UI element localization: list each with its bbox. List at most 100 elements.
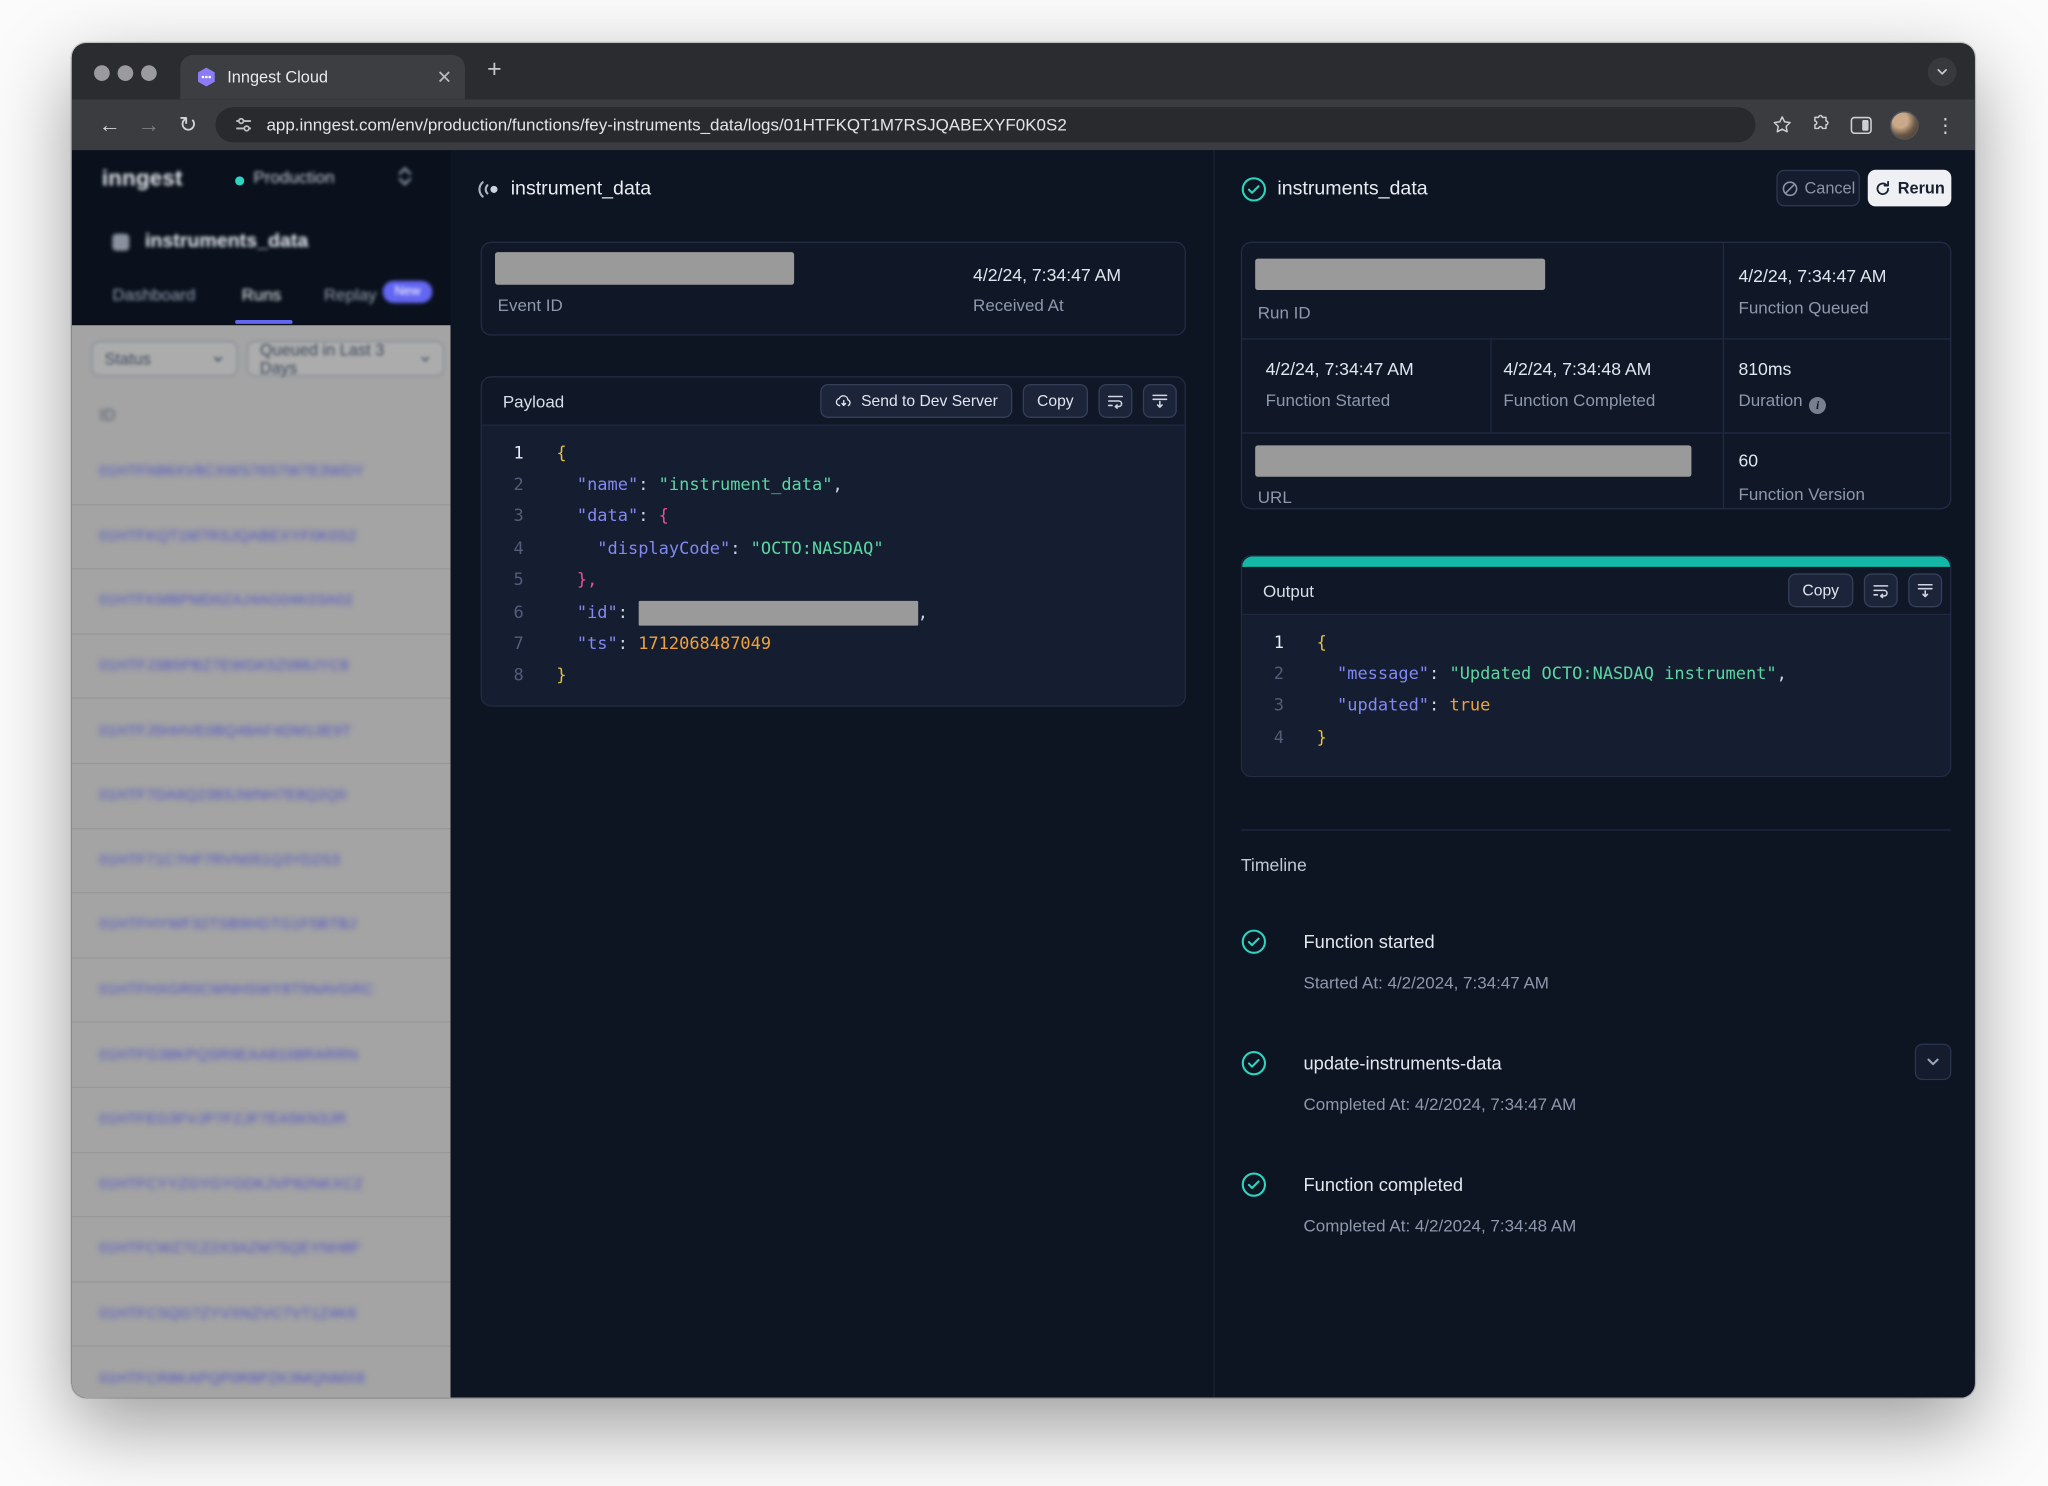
run-id-text: 01HTFEG3FVJP7FZJF7EA5KN3JR xyxy=(99,1112,346,1128)
profile-avatar[interactable] xyxy=(1890,110,1919,139)
scroll-to-bottom-button[interactable] xyxy=(1143,384,1177,418)
run-id-text: 01HTFN86XV8CXWS76S7W7E3WDY xyxy=(99,464,364,480)
app-content: inngest Production instruments_data Dash… xyxy=(72,150,1975,1397)
code-line: 2 "message": "Updated OCTO:NASDAQ instru… xyxy=(1242,659,1950,691)
duration-value: 810ms xyxy=(1738,359,1791,379)
code-line: 4 "displayCode": "OCTO:NASDAQ" xyxy=(482,533,1185,565)
details-row-queued: Run ID 4/2/24, 7:34:47 AM Function Queue… xyxy=(1242,243,1950,338)
run-id-row[interactable]: 01HTFKQT1M7RSJQABEXYF0K0S2 xyxy=(72,505,451,570)
run-id-row[interactable]: 01HTFHYWF32TSB9HGTG1F5BTBJ xyxy=(72,894,451,959)
started-value: 4/2/24, 7:34:47 AM xyxy=(1266,359,1414,379)
payload-copy-button[interactable]: Copy xyxy=(1023,384,1088,418)
close-window-button[interactable] xyxy=(94,65,110,81)
queued-label: Function Queued xyxy=(1738,298,1868,318)
line-number: 1 xyxy=(482,444,524,464)
run-id-row[interactable]: 01HTFCR8KAPQP0R8PZK3MQNMX8 xyxy=(72,1347,451,1398)
info-icon[interactable]: i xyxy=(1809,396,1826,413)
sidebar: inngest Production instruments_data Dash… xyxy=(72,150,451,1397)
line-number: 3 xyxy=(1242,697,1284,717)
wrap-text-button[interactable] xyxy=(1864,573,1898,607)
send-to-dev-server-button[interactable]: Send to Dev Server xyxy=(821,384,1013,418)
line-number: 4 xyxy=(1242,729,1284,749)
line-number: 5 xyxy=(482,571,524,591)
run-id-row[interactable]: 01HTFHXGR0CWNHSWY8T5NAVGRC xyxy=(72,958,451,1023)
scroll-to-bottom-button[interactable] xyxy=(1908,573,1942,607)
screenshot-stage: Inngest Cloud ✕ + ← → ↻ app.inngest.com/… xyxy=(0,0,2048,1486)
address-bar[interactable]: app.inngest.com/env/production/functions… xyxy=(216,107,1756,142)
run-id-row[interactable]: 01HTFCYYZGYGYGDKJVP82NKXCZ xyxy=(72,1153,451,1218)
url-label: URL xyxy=(1258,487,1292,507)
run-id-row[interactable]: 01HTFG38KPQSR9EAA8108RARRN xyxy=(72,1023,451,1088)
tab-runs[interactable]: Runs xyxy=(242,285,282,305)
timeline-item: update-instruments-dataCompleted At: 4/2… xyxy=(1241,1053,1952,1114)
run-id-text: 01HTFCWZ7CZ2X3AZM75QEYNH8F xyxy=(99,1241,360,1257)
timeline-item-title: Function started xyxy=(1304,931,1952,952)
browser-tab[interactable]: Inngest Cloud ✕ xyxy=(180,55,465,99)
run-id-row[interactable]: 01HTFN86XV8CXWS76S7W7E3WDY xyxy=(72,440,451,505)
split-view-icon[interactable] xyxy=(1849,114,1873,135)
tab-replay[interactable]: Replay xyxy=(324,285,377,305)
code-line: 4} xyxy=(1242,723,1950,755)
run-id-list: 01HTFN86XV8CXWS76S7W7E3WDY 01HTFKQT1M7RSJ… xyxy=(72,440,451,1397)
run-id-row[interactable]: 01HTFEG3FVJP7FZJF7EA5KN3JR xyxy=(72,1088,451,1153)
run-id-text: 01HTFCYYZGYGYGDKJVP82NKXCZ xyxy=(99,1177,363,1193)
run-id-row[interactable]: 01HTFCSQG7ZYVXNZVC7VT1Z4K6 xyxy=(72,1282,451,1347)
success-check-icon xyxy=(1241,929,1267,955)
wrap-text-icon xyxy=(1106,393,1124,409)
inngest-favicon-icon xyxy=(196,67,217,88)
timeline-item: Function completedCompleted At: 4/2/2024… xyxy=(1241,1174,1952,1235)
tab-dashboard[interactable]: Dashboard xyxy=(112,285,195,305)
run-id-row[interactable]: 01HTF71C7HF7RVN051Q3YD2S3 xyxy=(72,829,451,894)
output-code[interactable]: 1{2 "message": "Updated OCTO:NASDAQ inst… xyxy=(1242,615,1950,776)
timeline-list: Function startedStarted At: 4/2/2024, 7:… xyxy=(1241,931,1952,1295)
redacted-url xyxy=(1255,445,1691,476)
bookmark-star-icon[interactable] xyxy=(1771,114,1793,136)
back-button[interactable]: ← xyxy=(90,112,129,138)
line-number: 2 xyxy=(1242,665,1284,685)
maximize-window-button[interactable] xyxy=(141,65,157,81)
code-line: 8} xyxy=(482,661,1185,693)
browser-window: Inngest Cloud ✕ + ← → ↻ app.inngest.com/… xyxy=(72,43,1975,1397)
output-copy-button[interactable]: Copy xyxy=(1788,573,1853,607)
forward-button[interactable]: → xyxy=(129,112,168,138)
run-panel: instruments_data Cancel Rerun xyxy=(1215,150,1975,1397)
queued-value: 4/2/24, 7:34:47 AM xyxy=(1738,266,1886,286)
code-line: 3 "data": { xyxy=(482,501,1185,533)
environment-selector[interactable]: Production xyxy=(253,167,334,187)
payload-code[interactable]: 1{2 "name": "instrument_data",3 "data": … xyxy=(482,426,1185,706)
event-title: instrument_data xyxy=(511,178,652,200)
run-id-row[interactable]: 01HTFJ5HHVE0BQ48AF4DM13E9T xyxy=(72,699,451,764)
cancel-slash-icon xyxy=(1781,180,1798,197)
output-card: Output Copy xyxy=(1241,555,1952,777)
rerun-button[interactable]: Rerun xyxy=(1868,170,1952,207)
tab-search-button[interactable] xyxy=(1928,57,1957,86)
line-number: 6 xyxy=(482,603,524,623)
output-header: Output Copy xyxy=(1242,567,1950,615)
reload-button[interactable]: ↻ xyxy=(168,112,207,138)
tab-close-icon[interactable]: ✕ xyxy=(437,68,452,86)
version-value: 60 xyxy=(1738,451,1758,471)
timeline-item: Function startedStarted At: 4/2/2024, 7:… xyxy=(1241,931,1952,992)
extensions-puzzle-icon[interactable] xyxy=(1810,114,1832,136)
new-tab-button[interactable]: + xyxy=(487,56,502,85)
run-id-text: 01HTF7DA6Q238SJWNH7E8Q2Q0 xyxy=(99,788,346,804)
run-id-text: 01HTFKQT1M7RSJQABEXYF0K0S2 xyxy=(99,529,356,545)
run-id-row[interactable]: 01HTF7DA6Q238SJWNH7E8Q2Q0 xyxy=(72,764,451,829)
wrap-text-button[interactable] xyxy=(1098,384,1132,418)
date-range-filter-dropdown[interactable]: Queued in Last 3 Days xyxy=(247,341,444,376)
details-row-url: URL 60 Function Version xyxy=(1242,432,1950,508)
expand-step-button[interactable] xyxy=(1915,1044,1952,1081)
run-id-text: 01HTFCR8KAPQP0R8PZK3MQNMX8 xyxy=(99,1371,365,1387)
run-id-row[interactable]: 01HTFCWZ7CZ2X3AZM75QEYNH8F xyxy=(72,1217,451,1282)
status-filter-dropdown[interactable]: Status xyxy=(91,341,237,376)
environment-caret-icon[interactable] xyxy=(397,166,413,187)
browser-menu-icon[interactable]: ⋮ xyxy=(1936,113,1957,137)
browser-toolbar: ← → ↻ app.inngest.com/env/production/fun… xyxy=(72,99,1975,150)
run-id-text: 01HTFHXGR0CWNHSWY8T5NAVGRC xyxy=(99,982,373,998)
run-id-text: 01HTFJ5HHVE0BQ48AF4DM13E9T xyxy=(99,723,351,739)
run-id-row[interactable]: 01HTFKMBPMD0ZAJ4AG04K03A02 xyxy=(72,570,451,635)
run-id-row[interactable]: 01HTFJ3B5PBZ7EWGK5Z086JYC8 xyxy=(72,634,451,699)
received-at-label: Received At xyxy=(973,295,1064,315)
cancel-button[interactable]: Cancel xyxy=(1776,170,1860,207)
minimize-window-button[interactable] xyxy=(118,65,134,81)
